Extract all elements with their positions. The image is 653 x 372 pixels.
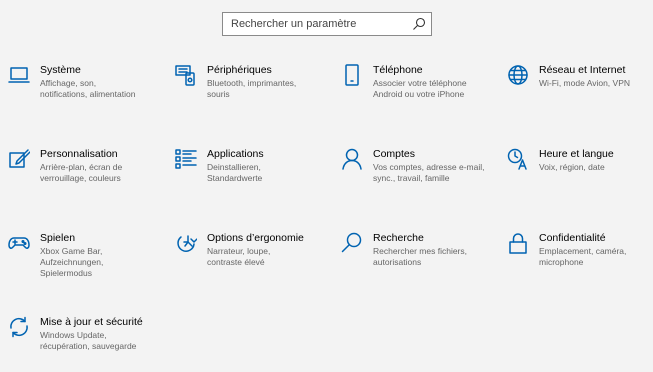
tile-desc-line: Deinstallieren, (207, 162, 261, 172)
search-icon (341, 232, 363, 254)
tile-desc-line: Aufzeichnungen, (40, 257, 104, 267)
laptop-icon (8, 64, 30, 86)
tile-desc-line: récupération, sauvegarde (40, 341, 137, 351)
tile-desc-line: Associer votre téléphone (373, 78, 467, 88)
tile-reseau[interactable]: Réseau et Internet Wi-Fi, mode Avion, VP… (507, 64, 653, 124)
tile-title: Système (40, 64, 81, 76)
lock-icon (507, 232, 529, 254)
tile-desc-line: Windows Update, (40, 330, 107, 340)
tile-desc-line: sync., travail, famille (373, 173, 450, 183)
search-box[interactable] (222, 12, 432, 36)
tile-title: Recherche (373, 232, 424, 244)
ease-of-access-icon (175, 232, 198, 254)
tile-title: Confidentialité (539, 232, 606, 244)
tile-desc-line: Emplacement, caméra, (539, 246, 627, 256)
apps-list-icon (175, 148, 197, 170)
phone-icon (341, 64, 363, 86)
tile-personnalisation[interactable]: Personnalisation Arrière-plan, écran de … (8, 148, 168, 208)
tile-title: Spielen (40, 232, 76, 244)
tile-desc-line: souris (207, 89, 230, 99)
time-language-icon (507, 148, 529, 170)
tile-title: Applications (207, 148, 264, 160)
tile-title: Périphériques (207, 64, 272, 76)
tile-desc-line: Standardwerte (207, 173, 263, 183)
tile-recherche[interactable]: Recherche Rechercher mes fichiers, autor… (341, 232, 501, 292)
paint-icon (8, 148, 31, 170)
tile-desc-line: Affichage, son, (40, 78, 97, 88)
tile-desc-line: Spielermodus (40, 268, 92, 278)
tile-ergonomie[interactable]: Options d’ergonomie Narrateur, loupe, co… (175, 232, 335, 292)
tile-title: Personnalisation (40, 148, 118, 160)
tile-desc-line: Vos comptes, adresse e-mail, (373, 162, 485, 172)
search-input[interactable] (222, 12, 432, 36)
update-icon (8, 316, 30, 338)
tile-peripheriques[interactable]: Périphériques Bluetooth, imprimantes, so… (175, 64, 335, 124)
tile-desc-line: Android ou votre iPhone (373, 89, 465, 99)
tile-desc-line: verrouillage, couleurs (40, 173, 121, 183)
search-icon[interactable] (412, 17, 426, 31)
tile-desc-line: autorisations (373, 257, 422, 267)
tile-desc-line: notifications, alimentation (40, 89, 136, 99)
tile-comptes[interactable]: Comptes Vos comptes, adresse e-mail, syn… (341, 148, 501, 208)
tile-applications[interactable]: Applications Deinstallieren, Standardwer… (175, 148, 335, 208)
tile-title: Heure et langue (539, 148, 614, 160)
tile-desc-line: Arrière-plan, écran de (40, 162, 123, 172)
tile-desc-line: Rechercher mes fichiers, (373, 246, 468, 256)
tile-title: Options d’ergonomie (207, 232, 304, 244)
tile-spielen[interactable]: Spielen Xbox Game Bar, Aufzeichnungen, S… (8, 232, 168, 292)
tile-desc-line: microphone (539, 257, 584, 267)
tile-desc-line: Xbox Game Bar, (40, 246, 103, 256)
tile-systeme[interactable]: Système Affichage, son, notifications, a… (8, 64, 168, 124)
tile-heure-langue[interactable]: Heure et langue Voix, région, date (507, 148, 653, 208)
tile-title: Téléphone (373, 64, 423, 76)
tile-mise-a-jour[interactable]: Mise à jour et sécurité Windows Update, … (8, 316, 188, 372)
tile-title: Comptes (373, 148, 416, 160)
tile-title: Mise à jour et sécurité (40, 316, 143, 328)
tile-telephone[interactable]: Téléphone Associer votre téléphone Andro… (341, 64, 501, 124)
devices-icon (175, 64, 197, 86)
tile-desc-line: Voix, région, date (539, 162, 605, 172)
tile-desc-line: Wi-Fi, mode Avion, VPN (539, 78, 631, 88)
tile-desc-line: Bluetooth, imprimantes, (207, 78, 297, 88)
tile-confidentialite[interactable]: Confidentialité Emplacement, caméra, mic… (507, 232, 653, 292)
globe-icon (507, 64, 529, 86)
tile-desc-line: Narrateur, loupe, (207, 246, 271, 256)
person-icon (341, 148, 363, 170)
gamepad-icon (8, 232, 30, 254)
tile-desc-line: contraste élevé (207, 257, 265, 267)
tile-title: Réseau et Internet (539, 64, 626, 76)
